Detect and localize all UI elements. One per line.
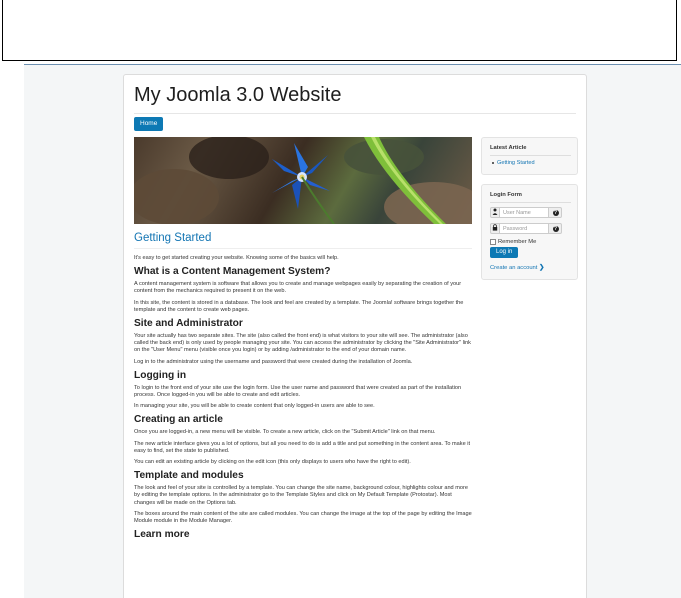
latest-articles-module: Latest Article Getting Started bbox=[481, 137, 578, 175]
article-title[interactable]: Getting Started bbox=[134, 232, 472, 244]
document-frame bbox=[2, 0, 677, 61]
lock-icon bbox=[490, 223, 500, 234]
paragraph: It's easy to get started creating your w… bbox=[134, 255, 339, 261]
section-heading: Learn more bbox=[134, 529, 190, 541]
paragraph: You can edit an existing article by clic… bbox=[134, 459, 411, 466]
username-input[interactable] bbox=[500, 207, 548, 218]
module-divider bbox=[490, 155, 571, 156]
login-button[interactable]: Log in bbox=[490, 247, 519, 258]
paragraph: Your site actually has two separate site… bbox=[134, 333, 471, 354]
main-content: Getting Started It's easy to get started… bbox=[134, 137, 472, 544]
question-icon: ? bbox=[552, 209, 559, 216]
sidebar: Latest Article Getting Started Login For… bbox=[481, 137, 578, 289]
paragraph: A content management system is software … bbox=[134, 281, 462, 295]
remember-me-label[interactable]: Remember Me bbox=[498, 239, 536, 245]
remember-me-checkbox[interactable] bbox=[490, 239, 496, 245]
paragraph: In this site, the content is stored in a… bbox=[134, 299, 464, 313]
module-divider bbox=[490, 202, 571, 203]
password-input[interactable] bbox=[500, 223, 548, 234]
browser-viewport: My Joomla 3.0 Website Home Getting Start… bbox=[24, 64, 681, 598]
banner-image bbox=[134, 137, 472, 224]
paragraph: The new article interface gives you a lo… bbox=[134, 440, 471, 454]
latest-articles-title: Latest Article bbox=[490, 145, 527, 151]
question-icon: ? bbox=[552, 225, 559, 232]
password-help-button[interactable]: ? bbox=[548, 223, 562, 234]
paragraph: The look and feel of your site is contro… bbox=[134, 485, 468, 506]
latest-article-link[interactable]: Getting Started bbox=[492, 160, 571, 166]
chevron-right-icon: ❯ bbox=[539, 264, 545, 271]
latest-articles-list: Getting Started bbox=[490, 160, 571, 166]
cropped-text-line bbox=[3, 0, 603, 5]
section-heading: Site and Administrator bbox=[134, 318, 243, 330]
header-divider bbox=[134, 113, 576, 114]
site-title[interactable]: My Joomla 3.0 Website bbox=[134, 84, 342, 107]
create-account-label[interactable]: Create an account bbox=[490, 265, 537, 271]
section-heading: What is a Content Management System? bbox=[134, 266, 331, 278]
nav-home-button[interactable]: Home bbox=[134, 117, 164, 131]
login-form-title: Login Form bbox=[490, 192, 522, 198]
remember-me-row: Remember Me bbox=[490, 239, 571, 245]
username-help-button[interactable]: ? bbox=[548, 207, 562, 218]
paragraph: Once you are logged-in, a new menu will … bbox=[134, 429, 436, 436]
user-icon bbox=[490, 207, 500, 218]
section-heading: Template and modules bbox=[134, 470, 244, 482]
section-heading: Logging in bbox=[134, 369, 187, 381]
site-container: My Joomla 3.0 Website Home Getting Start… bbox=[123, 74, 587, 598]
create-account-link[interactable]: Create an account ❯ bbox=[490, 263, 571, 271]
password-row: ? bbox=[490, 223, 571, 234]
username-row: ? bbox=[490, 207, 571, 218]
flower-image bbox=[134, 137, 472, 224]
section-heading: Creating an article bbox=[134, 414, 223, 426]
paragraph: To login to the front end of your site u… bbox=[134, 384, 462, 399]
login-module: Login Form ? bbox=[481, 184, 578, 280]
paragraph: Log in to the administrator using the us… bbox=[134, 358, 413, 365]
article-divider bbox=[134, 248, 472, 249]
paragraph: The boxes around the main content of the… bbox=[134, 510, 472, 525]
paragraph: In managing your site, you will be able … bbox=[134, 403, 375, 410]
article-body: It's easy to get started creating your w… bbox=[134, 255, 472, 541]
